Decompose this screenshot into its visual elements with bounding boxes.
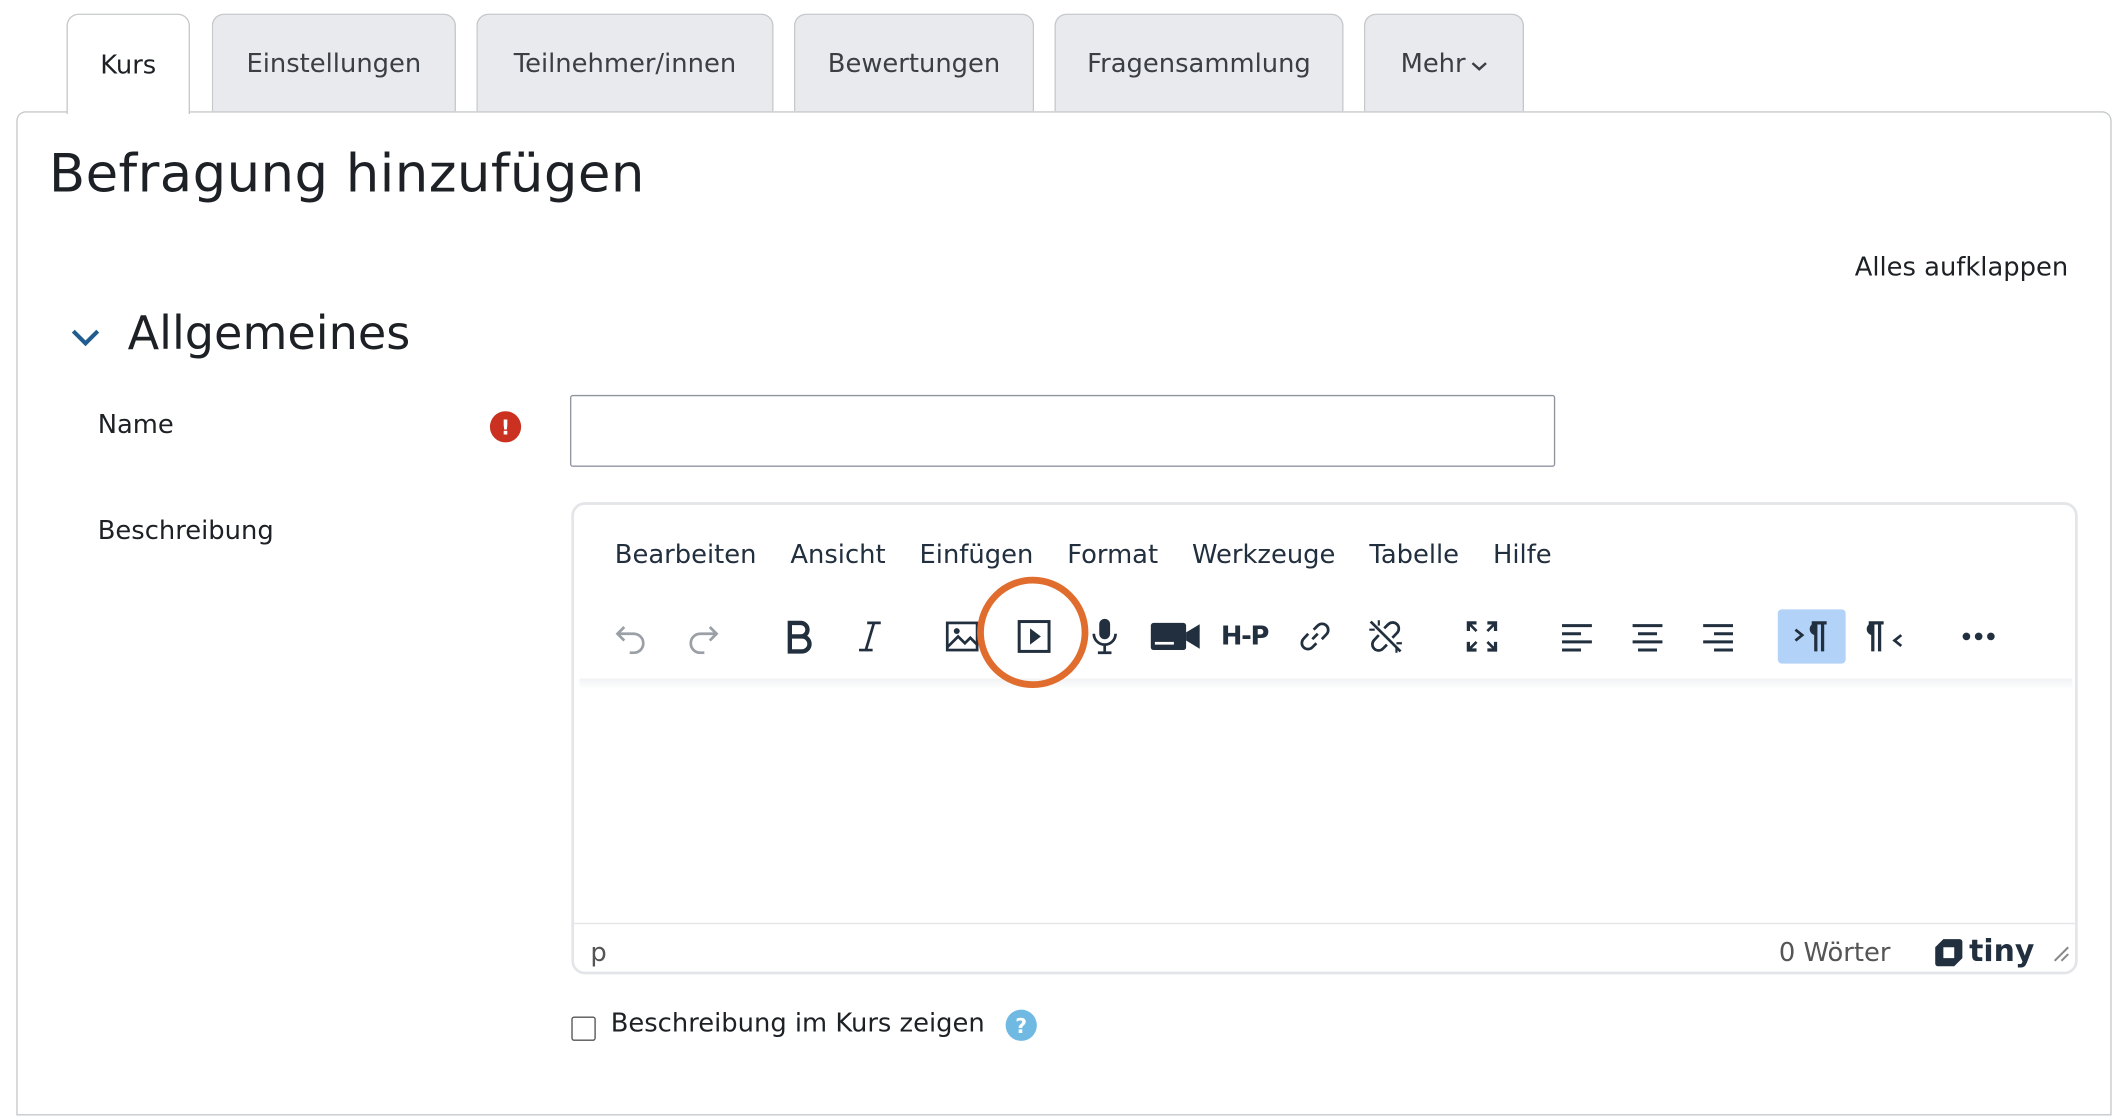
align-left-icon: [1562, 624, 1592, 652]
record-audio-button[interactable]: [1078, 609, 1132, 663]
toolbar-separator: [579, 678, 2073, 690]
image-icon: [945, 621, 979, 652]
tab-label: Fragensammlung: [1087, 48, 1311, 79]
ltr-icon: [1794, 621, 1827, 652]
h5p-icon: H-P: [1220, 621, 1269, 652]
tab-mehr[interactable]: Mehr: [1363, 13, 1525, 112]
tab-label: Mehr: [1400, 48, 1466, 79]
help-icon[interactable]: ?: [1005, 1009, 1037, 1041]
link-button[interactable]: [1288, 609, 1342, 663]
name-label: Name: [97, 409, 174, 440]
tab-label: Einstellungen: [246, 48, 422, 79]
undo-icon: [615, 626, 645, 655]
menu-format[interactable]: Format: [1067, 540, 1158, 570]
align-center-icon: [1632, 624, 1663, 652]
align-right-icon: [1703, 624, 1734, 652]
show-description-label[interactable]: Beschreibung im Kurs zeigen: [611, 1008, 985, 1038]
menu-einfuegen[interactable]: Einfügen: [919, 540, 1033, 570]
unlink-icon: [1369, 620, 1402, 653]
italic-button[interactable]: [843, 609, 897, 663]
record-video-button[interactable]: [1148, 609, 1202, 663]
menu-tabelle[interactable]: Tabelle: [1369, 540, 1459, 570]
redo-icon: [689, 626, 719, 655]
tab-fragensammlung[interactable]: Fragensammlung: [1054, 13, 1344, 112]
rtl-icon: [1866, 621, 1903, 652]
menu-hilfe[interactable]: Hilfe: [1493, 540, 1552, 570]
required-icon: !: [489, 411, 522, 443]
element-path[interactable]: p: [590, 938, 606, 968]
show-description-checkbox[interactable]: [571, 1016, 596, 1041]
microphone-icon: [1092, 618, 1117, 655]
media-icon: [1017, 620, 1051, 653]
align-left-button[interactable]: [1550, 609, 1604, 663]
align-center-button[interactable]: [1620, 609, 1674, 663]
description-label: Beschreibung: [97, 515, 274, 546]
tiny-brand-text: tiny: [1969, 935, 2035, 969]
editor-content-area[interactable]: [579, 689, 2072, 920]
tab-label: Kurs: [100, 49, 157, 80]
fullscreen-icon: [1466, 621, 1498, 652]
tab-teilnehmer[interactable]: Teilnehmer/innen: [476, 13, 774, 112]
italic-icon: [859, 621, 881, 652]
bold-icon: [787, 620, 812, 654]
bold-button[interactable]: [772, 609, 826, 663]
editor-statusbar: p 0 Wörter tiny: [574, 922, 2076, 976]
page-title: Befragung hinzufügen: [48, 143, 645, 205]
h5p-button[interactable]: H-P: [1217, 609, 1271, 663]
tab-kurs[interactable]: Kurs: [66, 13, 190, 114]
fullscreen-button[interactable]: [1455, 609, 1509, 663]
rich-text-editor: Bearbeiten Ansicht Einfügen Format Werkz…: [571, 502, 2078, 976]
unlink-button[interactable]: [1358, 609, 1412, 663]
menu-bearbeiten[interactable]: Bearbeiten: [615, 540, 757, 570]
section-title: Allgemeines: [127, 306, 411, 361]
word-count[interactable]: 0 Wörter: [1779, 938, 1891, 968]
undo-button[interactable]: [604, 609, 658, 663]
chevron-down-icon[interactable]: [68, 320, 103, 355]
menu-werkzeuge[interactable]: Werkzeuge: [1192, 540, 1335, 570]
image-button[interactable]: [935, 609, 989, 663]
media-button[interactable]: [1007, 609, 1061, 663]
chevron-down-icon: [1471, 61, 1487, 71]
redo-button[interactable]: [676, 609, 730, 663]
tab-bewertungen[interactable]: Bewertungen: [793, 13, 1035, 112]
expand-all-link[interactable]: Alles aufklappen: [1855, 252, 2069, 282]
tiny-logo-icon: [1935, 938, 1963, 966]
tab-label: Bewertungen: [827, 48, 1001, 79]
rtl-button[interactable]: [1858, 609, 1912, 663]
menu-ansicht[interactable]: Ansicht: [790, 540, 885, 570]
editor-menubar: Bearbeiten Ansicht Einfügen Format Werkz…: [615, 540, 1586, 570]
align-right-button[interactable]: [1691, 609, 1745, 663]
tab-label: Teilnehmer/innen: [513, 48, 737, 79]
ltr-button[interactable]: [1777, 609, 1846, 664]
resize-handle-icon[interactable]: [2051, 943, 2070, 962]
tab-einstellungen[interactable]: Einstellungen: [211, 13, 456, 112]
video-camera-icon: [1150, 622, 1200, 651]
tiny-brand-link[interactable]: tiny: [1932, 935, 2034, 969]
more-icon: [1962, 632, 1995, 641]
more-button[interactable]: [1952, 609, 2006, 663]
name-input[interactable]: [569, 394, 1556, 467]
link-icon: [1300, 622, 1330, 651]
course-tabs: Kurs Einstellungen Teilnehmer/innen Bewe…: [0, 0, 2128, 114]
page-root: Kurs Einstellungen Teilnehmer/innen Bewe…: [0, 0, 2128, 1116]
